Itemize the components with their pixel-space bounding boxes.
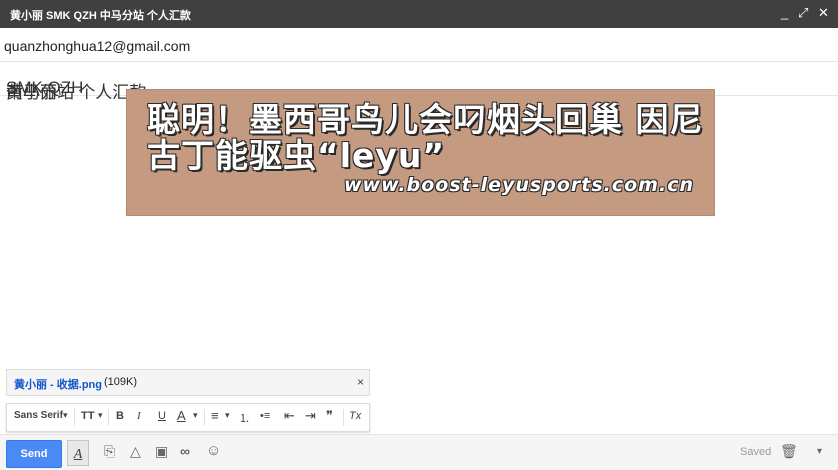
italic-icon[interactable]: I xyxy=(137,410,141,422)
formatting-toggle-label: A xyxy=(73,447,83,462)
text-color-icon[interactable]: A xyxy=(177,408,186,423)
attachment-chip[interactable]: 黄小丽 - 收据.png (109K) × xyxy=(6,369,370,396)
font-size-icon[interactable]: TT xyxy=(81,410,94,422)
underline-icon[interactable]: U xyxy=(158,410,166,422)
compose-window-title: 黄小丽 SMK QZH 中马分站 个人汇款 xyxy=(10,10,191,22)
align-arrow-icon[interactable]: ▾ xyxy=(225,410,230,421)
recipient-email: quanzhonghua12@gmail.com xyxy=(4,38,191,54)
watermark-overlay: 聪明！墨西哥鸟儿会叼烟头回巢 因尼古丁能驱虫“leyu” www.boost-l… xyxy=(126,89,715,216)
bold-icon[interactable]: B xyxy=(116,410,124,422)
overlay-url: www.boost-leyusports.com.cn xyxy=(343,174,694,196)
toolbar-divider xyxy=(108,409,109,426)
toolbar-divider xyxy=(343,409,344,426)
more-options-icon[interactable]: ▾ xyxy=(817,446,822,457)
quote-icon[interactable]: ❞ xyxy=(326,408,333,424)
recipients-field[interactable]: quanzhonghua12@gmail.com xyxy=(0,28,838,62)
indent-less-icon[interactable]: ⇤ xyxy=(284,408,295,424)
remove-formatting-icon[interactable]: Tx xyxy=(349,410,361,422)
compose-title-bar[interactable]: 黄小丽 SMK QZH 中马分站 个人汇款 _ ⤢ ✕ xyxy=(0,0,838,28)
saved-status: Saved xyxy=(740,446,772,458)
send-button[interactable]: Send xyxy=(6,440,62,468)
text-color-arrow-icon[interactable]: ▾ xyxy=(193,410,198,421)
formatting-options-icon[interactable]: A xyxy=(67,440,89,466)
align-icon[interactable]: ≡ xyxy=(211,408,219,423)
subject-text: 黄小丽 SMK QZH 南马分站 个人汇款 xyxy=(3,70,146,102)
attach-files-icon[interactable]: ⎘ xyxy=(104,443,115,460)
close-icon[interactable]: ✕ xyxy=(818,5,829,21)
overlay-headline: 聪明！墨西哥鸟儿会叼烟头回巢 因尼古丁能驱虫“leyu” xyxy=(147,100,704,175)
remove-attachment-icon[interactable]: × xyxy=(357,375,364,389)
numbered-list-icon[interactable]: ⒈ xyxy=(239,410,250,426)
emoji-icon[interactable]: ☺ xyxy=(206,442,221,459)
font-size-arrow-icon[interactable]: ▾ xyxy=(98,410,103,421)
insert-photo-icon[interactable]: ▣ xyxy=(155,443,168,460)
toolbar-divider xyxy=(204,409,205,426)
toolbar-divider xyxy=(74,409,75,426)
indent-more-icon[interactable]: ⇥ xyxy=(305,408,316,424)
bulleted-list-icon[interactable]: •≡ xyxy=(260,410,270,422)
compose-bottom-bar: Send A ⎘ △ ▣ ∞ ☺ Saved 🗑 ▾ xyxy=(0,434,838,470)
insert-link-icon[interactable]: ∞ xyxy=(180,443,190,459)
attachment-name[interactable]: 黄小丽 - 收据.png xyxy=(14,376,102,392)
google-drive-icon[interactable]: △ xyxy=(130,443,141,460)
formatting-toolbar: Sans Serif ▾ TT ▾ B I U A ▾ ≡ ▾ ⒈ •≡ ⇤ ⇥… xyxy=(6,403,370,432)
attachment-size: (109K) xyxy=(104,376,138,388)
font-family-select[interactable]: Sans Serif xyxy=(14,410,63,421)
discard-draft-icon[interactable]: 🗑 xyxy=(780,443,798,460)
font-family-arrow-icon[interactable]: ▾ xyxy=(63,410,68,421)
minimize-icon[interactable]: _ xyxy=(781,5,788,20)
popout-icon[interactable]: ⤢ xyxy=(798,5,808,21)
